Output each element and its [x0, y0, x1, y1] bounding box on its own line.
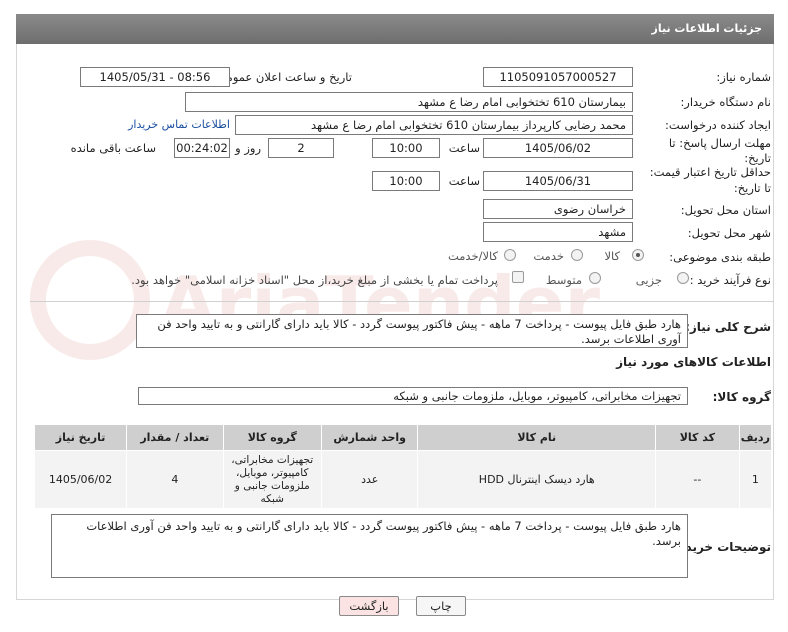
table-row: 1 -- هارد دیسک اینترنال HDD عدد تجهیزات … [33, 450, 773, 509]
category-option-goods: کالا [604, 249, 620, 263]
col-name: نام کالا [417, 424, 657, 451]
process-label: نوع فرآیند خرید : [689, 273, 771, 287]
col-unit: واحد شمارش [321, 424, 419, 451]
category-radio-goods-service[interactable] [504, 249, 516, 261]
deadline-label-date: تاریخ: [744, 151, 771, 165]
announce-label: تاریخ و ساعت اعلان عمومی: [213, 70, 352, 84]
cell-code: -- [655, 450, 740, 509]
cell-unit: عدد [321, 450, 419, 509]
treasury-payment-note: پرداخت تمام یا بخشی از مبلغ خرید،از محل … [131, 273, 498, 287]
province-value: خراسان رضوی [483, 199, 633, 219]
process-radio-minor[interactable] [677, 272, 689, 284]
goods-table: ردیف کد کالا نام کالا واحد شمارش گروه کا… [33, 424, 773, 509]
treasury-payment-checkbox[interactable] [512, 271, 524, 283]
category-option-service: خدمت [533, 249, 564, 263]
goods-group-label: گروه کالا: [712, 390, 771, 404]
goods-table-header: ردیف کد کالا نام کالا واحد شمارش گروه کا… [33, 424, 773, 451]
summary-textarea[interactable]: هارد طبق فایل پیوست - پرداخت 7 ماهه - پی… [136, 314, 688, 348]
category-radio-service[interactable] [571, 249, 583, 261]
summary-label: شرح کلی نیاز: [685, 320, 771, 334]
need-number-label: شماره نیاز: [716, 70, 771, 84]
validity-label: حداقل تاریخ اعتبار قیمت: [649, 165, 771, 179]
process-radio-medium[interactable] [589, 272, 601, 284]
watermark-emblem [30, 240, 150, 360]
validity-label-date: تا تاریخ: [733, 181, 771, 195]
remaining-time-value: 00:24:02 [174, 138, 230, 158]
buyer-notes-textarea[interactable]: هارد طبق فایل پیوست - پرداخت 7 ماهه - پی… [51, 514, 688, 578]
need-number-value: 1105091057000527 [483, 67, 633, 87]
process-option-minor: جزیی [635, 273, 662, 287]
deadline-date-value: 1405/06/02 [483, 138, 633, 158]
creator-label: ایجاد کننده درخواست: [665, 118, 771, 132]
validity-time-value: 10:00 [372, 171, 440, 191]
buyer-org-label: نام دستگاه خریدار: [680, 95, 771, 109]
deadline-time-value: 10:00 [372, 138, 440, 158]
city-label: شهر محل تحویل: [687, 226, 771, 240]
back-button[interactable]: بازگشت [339, 596, 399, 616]
panel-header: جزئیات اطلاعات نیاز [16, 14, 774, 44]
remaining-days-value: 2 [268, 138, 334, 158]
cell-quantity: 4 [126, 450, 224, 509]
col-row: ردیف [738, 424, 773, 451]
cell-group: تجهیزات مخابراتی، کامپیوتر، موبایل، ملزو… [222, 450, 323, 509]
col-code: کد کالا [655, 424, 740, 451]
category-radio-goods[interactable] [632, 249, 644, 261]
validity-time-label: ساعت [448, 174, 480, 188]
buyer-org-value: بیمارستان 610 تختخوابی امام رضا ع مشهد [185, 92, 633, 112]
cell-need-date: 1405/06/02 [33, 450, 128, 509]
process-option-medium: متوسط [545, 273, 582, 287]
remaining-label: ساعت باقی مانده [70, 141, 156, 155]
city-value: مشهد [483, 222, 633, 242]
days-label: روز و [235, 141, 261, 155]
section-divider [30, 301, 774, 302]
deadline-time-label: ساعت [448, 141, 480, 155]
deadline-label: مهلت ارسال پاسخ: تا [668, 136, 771, 150]
col-group: گروه کالا [222, 424, 323, 451]
buyer-contact-link[interactable]: اطلاعات تماس خریدار [128, 118, 230, 131]
goods-section-title: اطلاعات کالاهای مورد نیاز [616, 355, 771, 369]
cell-row: 1 [738, 450, 773, 509]
category-label: طبقه بندی موضوعی: [669, 250, 771, 264]
validity-date-value: 1405/06/31 [483, 171, 633, 191]
cell-name: هارد دیسک اینترنال HDD [417, 450, 657, 509]
creator-value: محمد رضایی کارپرداز بیمارستان 610 تختخوا… [235, 115, 633, 135]
col-need-date: تاریخ نیاز [33, 424, 128, 451]
col-quantity: تعداد / مقدار [126, 424, 224, 451]
goods-group-value: تجهیزات مخابراتی، کامپیوتر، موبایل، ملزو… [138, 387, 688, 405]
print-button[interactable]: چاپ [416, 596, 466, 616]
announce-value: 1405/05/31 - 08:56 [80, 67, 230, 87]
category-option-goods-service: کالا/خدمت [447, 249, 498, 263]
province-label: استان محل تحویل: [680, 203, 771, 217]
